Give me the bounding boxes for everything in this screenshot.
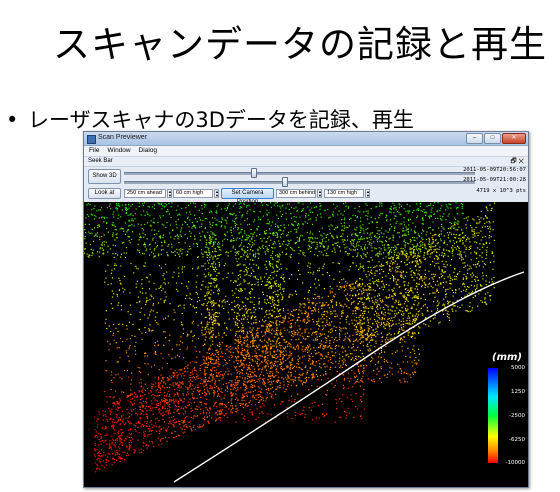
range-slider-track[interactable] bbox=[124, 181, 475, 184]
set-camera-position-button[interactable]: Set Camera Position bbox=[221, 188, 274, 205]
menu-window[interactable]: Window bbox=[107, 146, 130, 156]
range-slider-thumb[interactable] bbox=[282, 177, 288, 187]
behind-field[interactable]: 300 cm behind bbox=[276, 189, 316, 198]
colorbar-tick: 1250 bbox=[511, 389, 525, 395]
point-count: 4719 x 10^3 pts bbox=[476, 188, 526, 194]
minimize-button[interactable]: – bbox=[466, 133, 483, 144]
colorbar-tick: -6250 bbox=[509, 437, 525, 443]
look-at-button[interactable]: Look at bbox=[88, 188, 121, 199]
control-panel: Show 3D 2011-05-09T20:56:07 2011-05-09T2… bbox=[84, 167, 528, 205]
start-time: 2011-05-09T20:56:07 bbox=[463, 167, 526, 173]
window-title-bar[interactable]: Scan Previewer – □ ✕ bbox=[84, 132, 528, 146]
colorbar-tick: 5000 bbox=[511, 365, 525, 371]
bullet-marker: • bbox=[6, 108, 19, 132]
bullet-text: レーザスキャナの3Dデータを記録、再生 bbox=[28, 108, 414, 132]
scan-previewer-window: Scan Previewer – □ ✕ File Window Dialog … bbox=[83, 131, 529, 488]
height-field[interactable]: 60 cm high bbox=[173, 189, 213, 198]
maximize-button[interactable]: □ bbox=[484, 133, 501, 144]
behind-spinner[interactable]: ▲ ▼ bbox=[317, 189, 322, 198]
window-title: Scan Previewer bbox=[98, 134, 148, 141]
menu-dialog[interactable]: Dialog bbox=[139, 146, 157, 156]
colorbar-tick: -10000 bbox=[505, 460, 525, 466]
point-cloud-viewport[interactable]: (mm) 5000 1250 -2500 -6250 -10000 bbox=[84, 202, 528, 487]
colorbar-unit: (mm) bbox=[492, 352, 522, 363]
show-3d-button[interactable]: Show 3D bbox=[88, 169, 121, 184]
point-cloud-render bbox=[84, 202, 525, 483]
menu-bar: File Window Dialog bbox=[84, 146, 528, 157]
current-time: 2011-05-09T21:00:28 bbox=[463, 177, 526, 183]
window-controls: – □ ✕ bbox=[466, 133, 526, 144]
close-button[interactable]: ✕ bbox=[502, 133, 526, 144]
ahead-field[interactable]: 250 cm ahead bbox=[124, 189, 166, 198]
camera-height-spinner[interactable]: ▲ ▼ bbox=[365, 189, 370, 198]
seek-slider-track[interactable] bbox=[124, 172, 475, 175]
seek-bar-label: Seek Bar bbox=[88, 158, 113, 164]
slide-bullet: • レーザスキャナの3Dデータを記録、再生 bbox=[6, 104, 414, 134]
camera-height-field[interactable]: 130 cm high bbox=[324, 189, 364, 198]
seek-slider-thumb[interactable] bbox=[251, 168, 257, 178]
app-icon bbox=[87, 135, 96, 144]
menu-file[interactable]: File bbox=[89, 146, 99, 156]
seek-bar-header: Seek Bar 🗗 ✕ bbox=[84, 157, 528, 167]
height-spinner[interactable]: ▲ ▼ bbox=[214, 189, 219, 198]
ahead-spinner[interactable]: ▲ ▼ bbox=[167, 189, 172, 198]
colorbar bbox=[488, 368, 498, 463]
colorbar-tick: -2500 bbox=[509, 413, 525, 419]
slide-title: スキャンデータの記録と再生 bbox=[53, 23, 547, 66]
